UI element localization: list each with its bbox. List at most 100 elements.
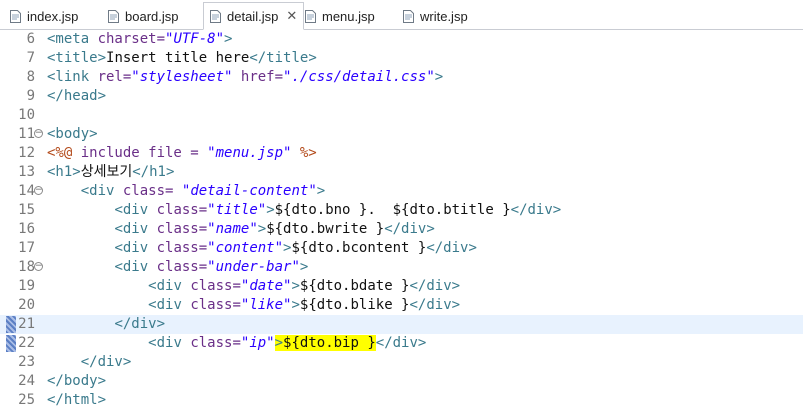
code-token: "detail-content" — [181, 183, 317, 199]
code-token: ${dto.bdate } — [299, 278, 410, 294]
code-token: "name" — [207, 221, 258, 237]
code-token: class= — [190, 335, 241, 351]
code-token: > — [291, 278, 300, 294]
code-text: <div class="under-bar"> — [47, 258, 308, 277]
tab-index-jsp[interactable]: index.jsp — [10, 3, 78, 29]
code-token: <link — [47, 69, 98, 85]
code-line[interactable]: 20 <div class="like">${dto.blike }</div> — [0, 296, 803, 315]
code-token: </div> — [409, 297, 461, 313]
tab-board-jsp[interactable]: board.jsp — [108, 3, 178, 29]
code-token: class= — [190, 278, 241, 294]
code-line[interactable]: 16 <div class="name">${dto.bwrite }</div… — [0, 220, 803, 239]
code-text: </body> — [47, 372, 106, 391]
tab-detail-jsp[interactable]: detail.jsp ✕ — [203, 2, 305, 30]
code-text: </head> — [47, 87, 106, 106]
code-token: </title> — [249, 50, 317, 66]
fold-toggle-icon[interactable]: − — [34, 129, 43, 138]
code-token: > — [274, 335, 284, 351]
code-token: </html> — [47, 392, 107, 408]
code-line[interactable]: 24 </body> — [0, 372, 803, 391]
code-token: </div> — [426, 240, 477, 256]
code-token: class= — [156, 240, 208, 256]
line-number: 24 — [18, 373, 35, 389]
code-token: "./css/detail.css" — [283, 69, 435, 85]
code-line[interactable]: 19 <div class="date">${dto.bdate }</div> — [0, 277, 803, 296]
code-token: <div — [148, 278, 191, 294]
code-line[interactable]: 6 <meta charset="UTF-8"> — [0, 30, 803, 49]
line-number: 15 — [18, 202, 35, 218]
jsp-file-icon — [403, 9, 414, 23]
code-token: href= — [240, 69, 284, 85]
code-token: <div — [114, 259, 157, 275]
line-number: 13 — [18, 164, 35, 180]
code-line[interactable]: 23 </div> — [0, 353, 803, 372]
code-line[interactable]: 7 <title>Insert title here</title> — [0, 49, 803, 68]
change-marker — [6, 316, 16, 333]
tab-menu-jsp[interactable]: menu.jsp — [305, 3, 375, 29]
close-icon[interactable]: ✕ — [286, 8, 297, 24]
code-text: <link rel="stylesheet" href="./css/detai… — [47, 68, 443, 87]
code-text: <div class="like">${dto.blike }</div> — [47, 296, 460, 315]
tab-label: detail.jsp — [227, 8, 279, 24]
fold-toggle-icon[interactable]: − — [34, 186, 43, 195]
code-line[interactable]: 17 <div class="content">${dto.bcontent }… — [0, 239, 803, 258]
code-line[interactable]: 10 — [0, 106, 803, 125]
code-line[interactable]: 22 <div class="ip">${dto.bip }</div> — [0, 334, 803, 353]
code-text: <div class="name">${dto.bwrite }</div> — [47, 220, 435, 239]
code-line[interactable]: 18− <div class="under-bar"> — [0, 258, 803, 277]
line-number: 14 — [18, 183, 35, 199]
line-number: 11 — [18, 126, 35, 142]
code-token: <h1> — [47, 164, 81, 180]
code-text: <body> — [47, 125, 98, 144]
fold-toggle-icon[interactable]: − — [34, 262, 43, 271]
code-token: %> — [291, 145, 317, 161]
code-token: "UTF-8" — [165, 31, 225, 47]
jsp-file-icon — [210, 9, 221, 23]
code-token: 상세보기 — [80, 164, 133, 180]
line-number: 8 — [26, 69, 35, 85]
change-marker — [6, 335, 16, 352]
code-token: <body> — [47, 126, 98, 142]
code-token: <title> — [47, 50, 107, 66]
line-number: 16 — [18, 221, 35, 237]
code-line[interactable]: 13 <h1>상세보기</h1> — [0, 163, 803, 182]
code-line[interactable]: 14− <div class= "detail-content"> — [0, 182, 803, 201]
code-text: </div> — [47, 315, 165, 334]
code-text: <div class="content">${dto.bcontent }</d… — [47, 239, 477, 258]
code-token: ${dto.bwrite } — [266, 221, 385, 237]
code-token: > — [299, 259, 309, 275]
line-number: 10 — [18, 107, 35, 123]
code-token: <div — [114, 221, 157, 237]
line-number: 7 — [26, 50, 35, 66]
code-token: </div> — [409, 278, 461, 294]
line-number: 6 — [26, 31, 35, 47]
code-line[interactable]: 9 </head> — [0, 87, 803, 106]
tab-write-jsp[interactable]: write.jsp — [403, 3, 468, 29]
code-token: "under-bar" — [207, 259, 300, 275]
line-number: 17 — [18, 240, 35, 256]
code-token: include file = — [80, 145, 208, 161]
code-line[interactable]: 8 <link rel="stylesheet" href="./css/deta… — [0, 68, 803, 87]
code-token: </div> — [114, 316, 166, 332]
line-number: 25 — [18, 392, 35, 408]
jsp-file-icon — [305, 9, 316, 23]
code-line[interactable]: 11− <body> — [0, 125, 803, 144]
code-token: ${dto.bip } — [283, 335, 376, 351]
code-line[interactable]: 21 </div> — [0, 315, 803, 334]
code-token: <meta — [47, 31, 98, 47]
code-token: </div> — [384, 221, 435, 237]
code-token: class= — [122, 183, 182, 199]
code-line[interactable]: 25 </html> — [0, 391, 803, 410]
code-line[interactable]: 15 <div class="title">${dto.bno }. ${dto… — [0, 201, 803, 220]
code-token: > — [434, 69, 444, 85]
code-editor[interactable]: 6 <meta charset="UTF-8"> 7 <title>Insert ti… — [0, 30, 803, 420]
line-number: 12 — [18, 145, 35, 161]
tab-label: write.jsp — [420, 8, 468, 24]
code-line[interactable]: 12 <%@ include file = "menu.jsp" %> — [0, 144, 803, 163]
